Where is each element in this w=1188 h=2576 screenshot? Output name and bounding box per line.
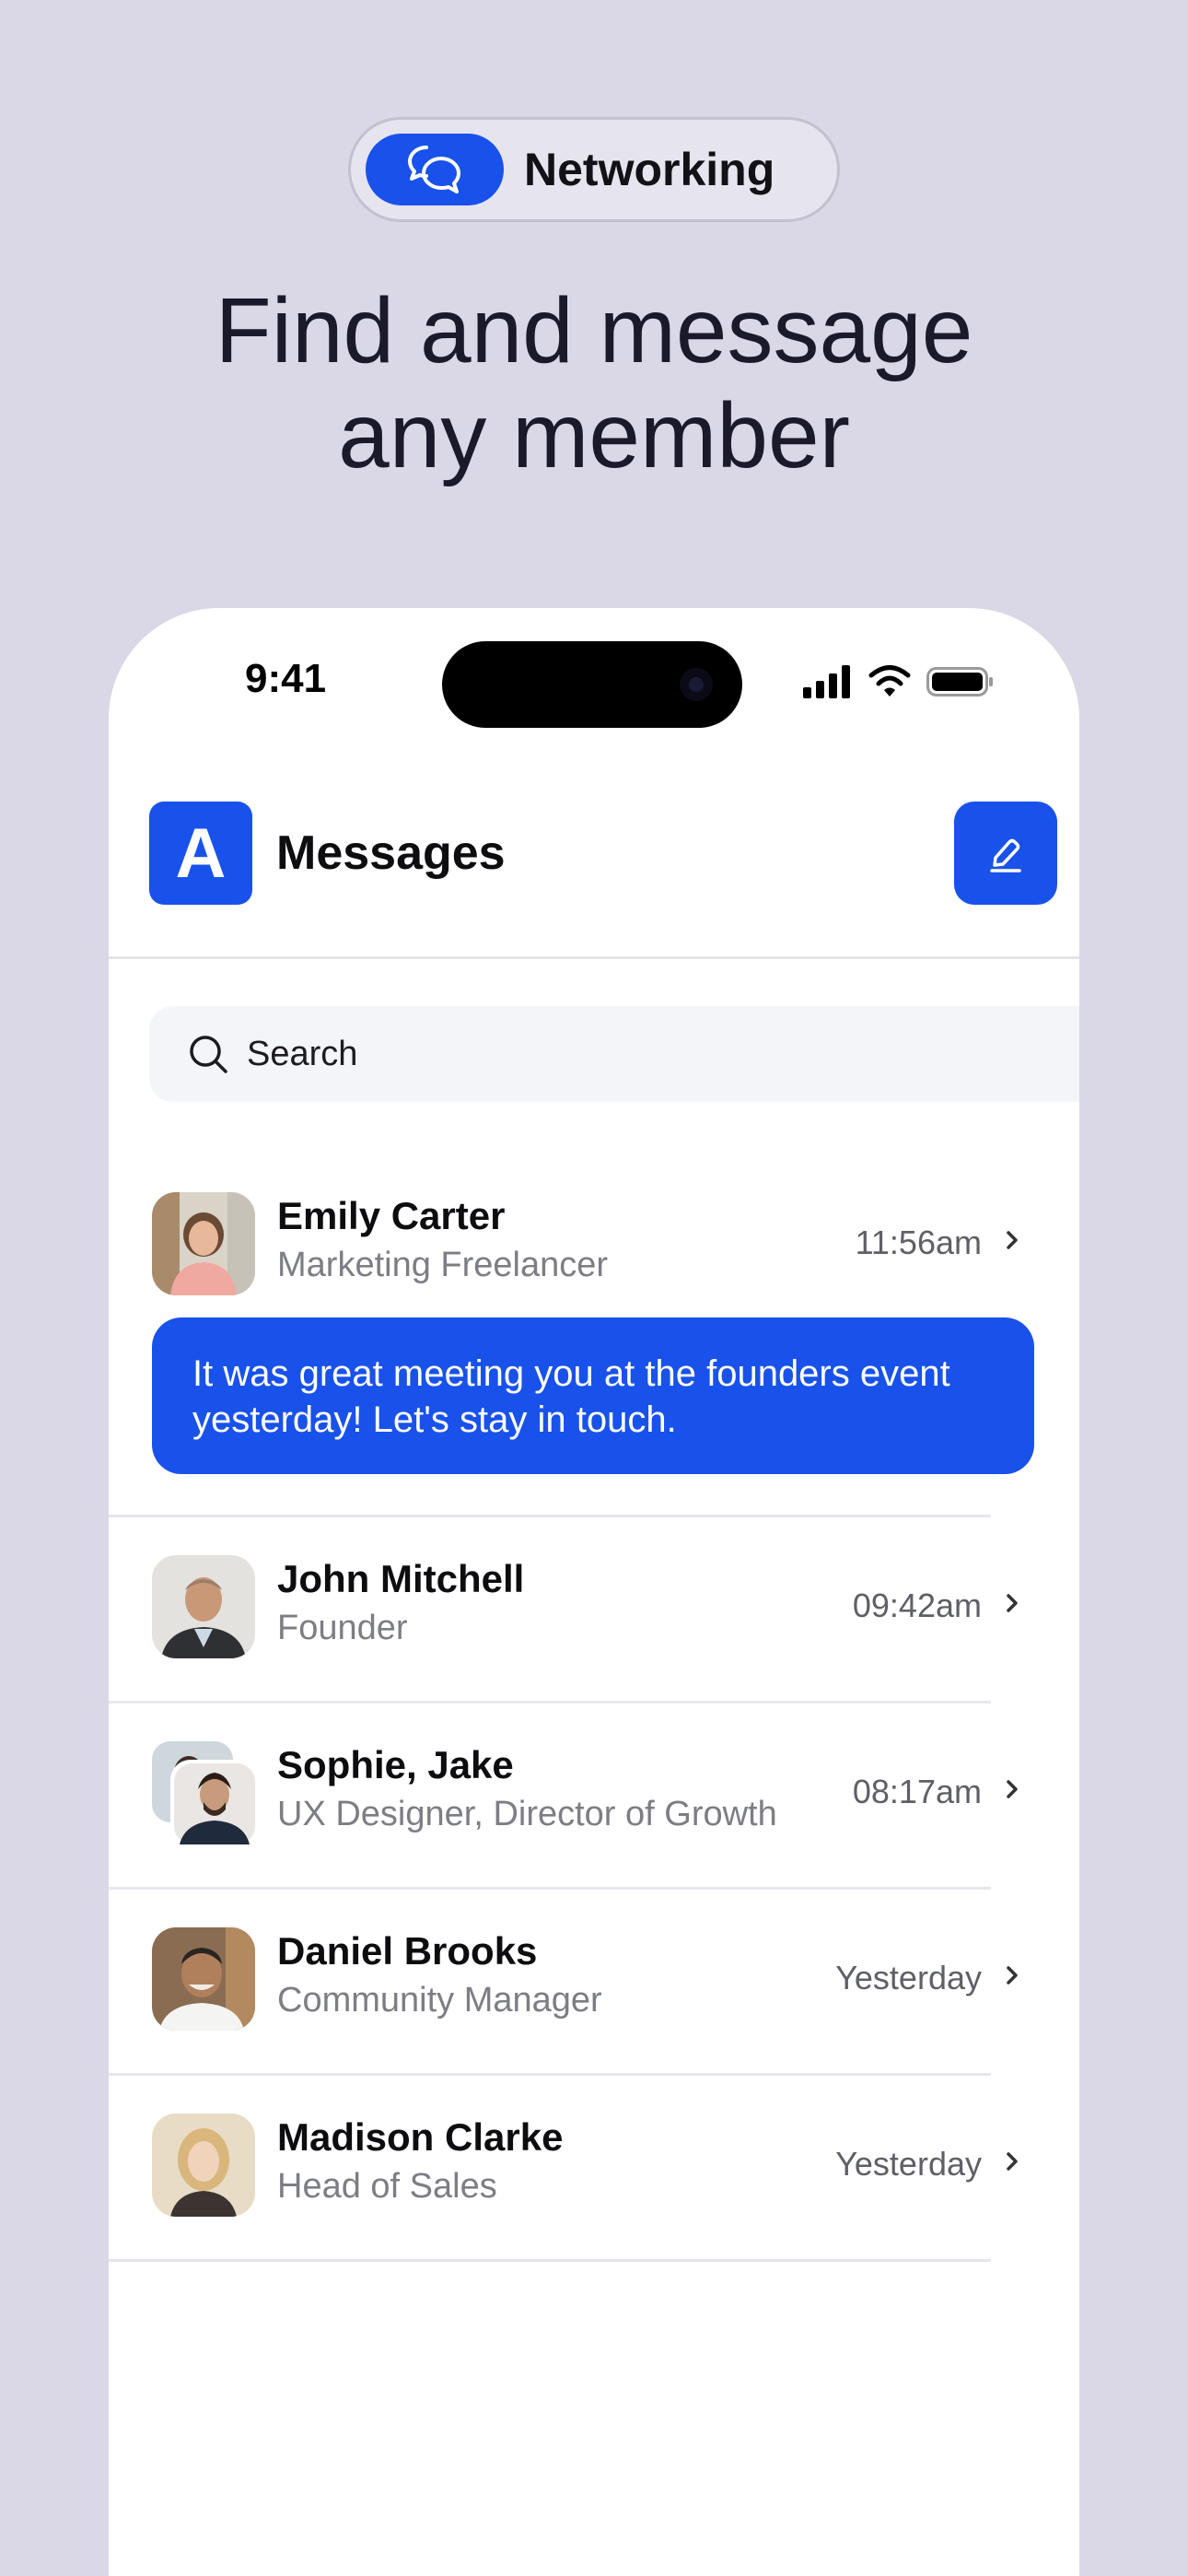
row-divider [109,1515,991,1517]
edit-pencil-icon [990,838,1021,872]
contact-role: Community Manager [277,1981,602,2020]
contact-name: Madison Clarke [277,2115,564,2159]
avatar [152,2113,255,2217]
message-time: Yesterday [835,2145,982,2183]
contact-role: Head of Sales [277,2167,497,2206]
compose-button[interactable] [954,802,1057,905]
search-placeholder: Search [247,1034,358,1073]
conversation-row-john-mitchell[interactable]: John Mitchell Founder 09:42am [152,1555,1034,1664]
row-divider [109,1701,991,1704]
contact-name: Emily Carter [277,1194,506,1237]
avatar [152,1555,255,1658]
conversation-row-daniel-brooks[interactable]: Daniel Brooks Community Manager Yesterda… [152,1927,1034,2036]
page-headline: Find and message any member [0,278,1188,488]
contact-name: Sophie, Jake [277,1743,514,1786]
wifi-icon [868,665,911,697]
message-time: 09:42am [852,1587,982,1624]
networking-badge: Networking [348,117,840,222]
app-header: A Messages [149,802,1079,905]
contact-role: UX Designer, Director of Growth [277,1795,777,1833]
search-icon [188,1034,228,1074]
row-divider [109,2073,991,2076]
message-time: Yesterday [835,1959,982,1996]
phone-screen: 9:41 A Messages Search Emily Carter Mark… [109,608,1079,2576]
chevron-right-icon [1003,1227,1021,1253]
message-line-1: It was great meeting you at the founders… [192,1353,950,1394]
camera-icon [680,668,713,701]
dynamic-island [442,641,742,728]
message-time: 11:56am [855,1224,982,1261]
badge-label: Networking [524,144,775,195]
chevron-right-icon [1003,1776,1021,1802]
conversation-row-madison-clarke[interactable]: Madison Clarke Head of Sales Yesterday [152,2113,1034,2222]
message-preview-bubble[interactable]: It was great meeting you at the founders… [152,1317,1034,1474]
contact-role: Marketing Freelancer [277,1246,609,1284]
row-divider [109,2259,991,2262]
avatar [152,1927,255,2031]
header-divider [109,956,1079,959]
chevron-right-icon [1003,2149,1021,2174]
chat-bubbles-icon [366,134,504,205]
avatar [152,1192,255,1295]
battery-icon [926,667,993,697]
chevron-right-icon [1003,1590,1021,1616]
headline-line-2: any member [338,384,850,487]
chevron-right-icon [1003,1962,1021,1988]
app-logo[interactable]: A [149,802,252,905]
signal-icon [803,665,850,698]
search-input[interactable]: Search [149,1006,1079,1102]
message-time: 08:17am [852,1773,982,1810]
status-icons [803,665,995,698]
contact-name: John Mitchell [277,1557,525,1600]
contact-role: Founder [277,1609,408,1647]
contact-name: Daniel Brooks [277,1929,538,1973]
message-line-2: yesterday! Let's stay in touch. [192,1399,677,1440]
row-divider [109,1887,991,1890]
status-time: 9:41 [245,656,327,701]
page-title: Messages [276,826,506,880]
headline-line-1: Find and message [215,279,973,382]
group-avatar [152,1741,255,1844]
conversation-row-sophie-jake[interactable]: Sophie, Jake UX Designer, Director of Gr… [152,1741,1034,1850]
conversation-row-emily-carter[interactable]: Emily Carter Marketing Freelancer 11:56a… [152,1192,1034,1301]
